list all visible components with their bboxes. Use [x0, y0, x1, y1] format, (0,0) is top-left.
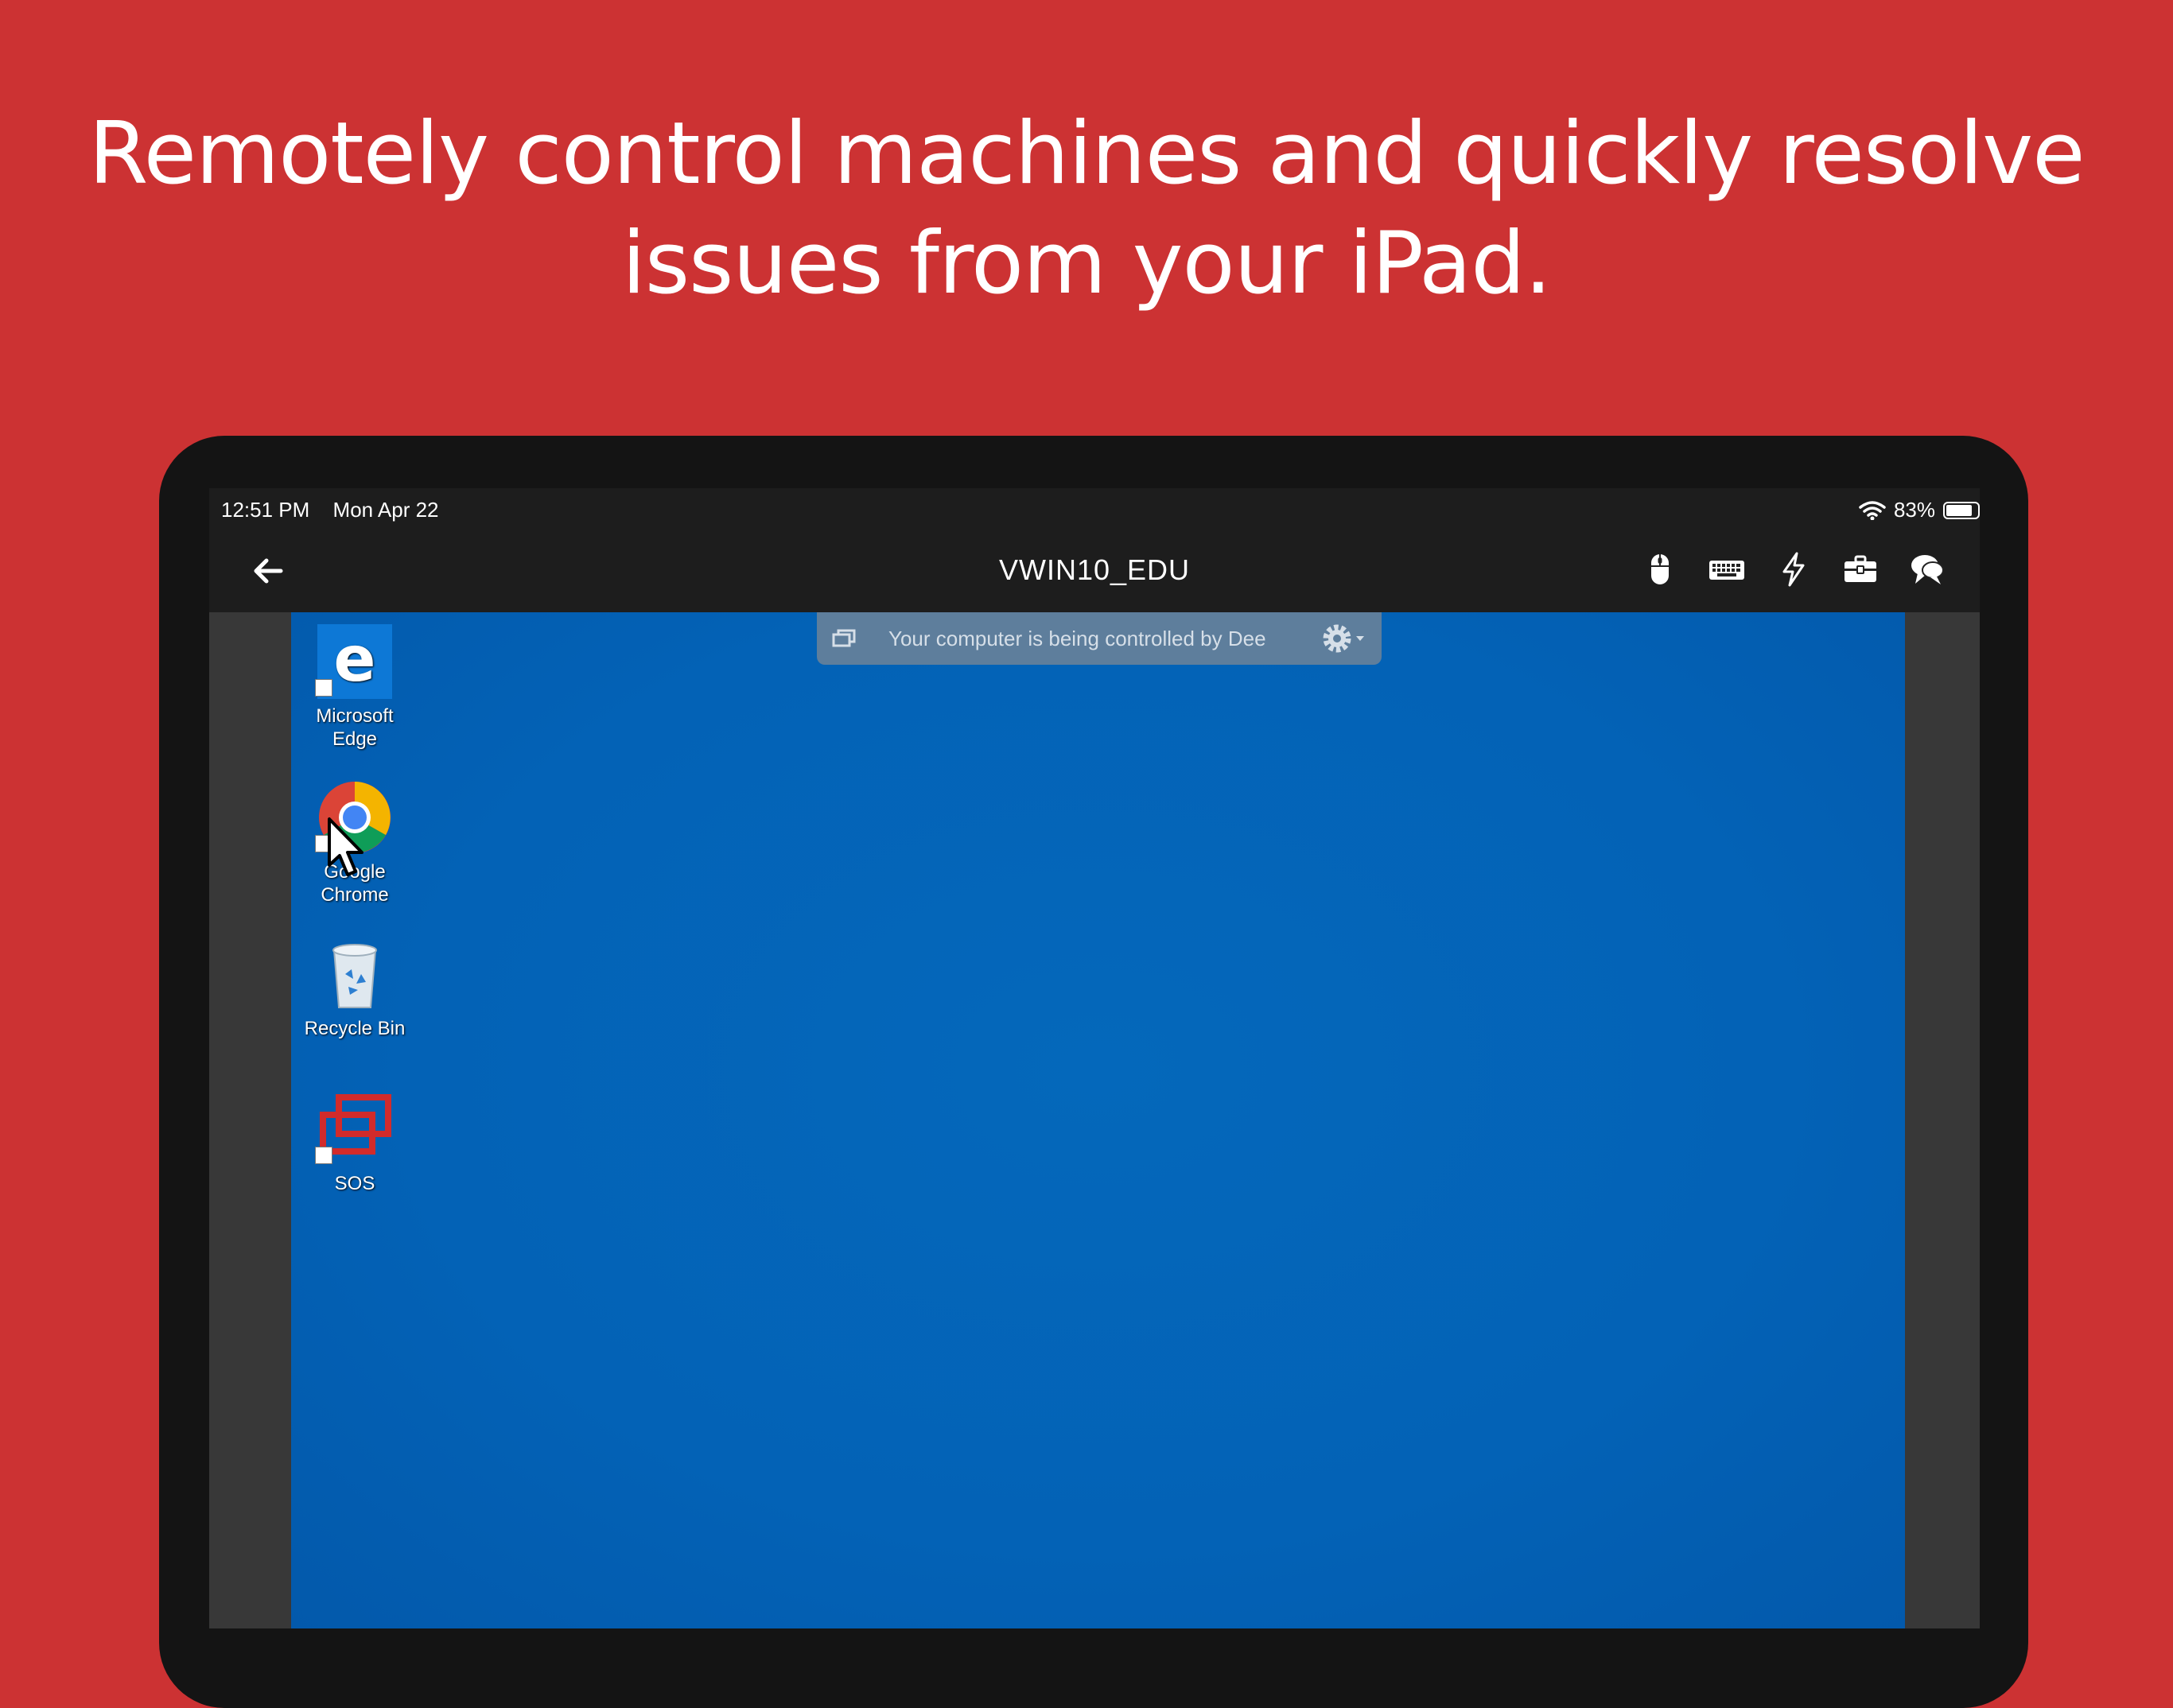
- nav-bar: VWIN10_EDU: [209, 528, 1980, 611]
- window-restore-icon[interactable]: [831, 627, 857, 650]
- mouse-icon[interactable]: [1641, 550, 1679, 588]
- remote-desktop[interactable]: Your computer is being controlled by Dee…: [291, 612, 1905, 1628]
- chat-icon[interactable]: [1908, 550, 1946, 588]
- right-margin: [1905, 612, 1980, 1628]
- ipad-screen: 12:51 PM Mon Apr 22 83% VWIN10_EDU Your …: [209, 488, 1980, 1628]
- remote-toolbar: [1641, 550, 1946, 588]
- desktop-icon-label: Microsoft: [316, 705, 394, 727]
- gear-icon[interactable]: [1320, 622, 1370, 655]
- battery-fill: [1946, 504, 1972, 516]
- left-margin: [209, 612, 291, 1628]
- svg-text:e: e: [334, 624, 376, 696]
- headline-line-2: issues from your iPad.: [621, 214, 1552, 313]
- lightning-icon[interactable]: [1775, 550, 1813, 588]
- mouse-cursor-icon: [328, 817, 363, 876]
- status-bar: 12:51 PM Mon Apr 22 83%: [209, 488, 1980, 528]
- desktop-icon-label: Recycle Bin: [304, 1018, 406, 1039]
- battery-icon: [1943, 501, 1980, 519]
- control-banner: Your computer is being controlled by Dee: [817, 612, 1382, 665]
- desktop-icon-edge[interactable]: e Microsoft Edge: [291, 622, 418, 751]
- toolbox-icon[interactable]: [1841, 550, 1880, 588]
- shortcut-arrow-icon: [315, 1147, 332, 1164]
- desktop-icon-label: SOS: [334, 1173, 375, 1194]
- desktop-icon-recycle-bin[interactable]: Recycle Bin: [291, 934, 418, 1040]
- shortcut-arrow-icon: [315, 679, 332, 697]
- control-banner-text: Your computer is being controlled by Dee: [888, 626, 1266, 650]
- recycle-bin-icon: [332, 944, 377, 1008]
- wifi-icon: [1859, 500, 1886, 520]
- status-date: Mon Apr 22: [332, 498, 439, 522]
- status-time: 12:51 PM: [221, 498, 310, 522]
- desktop-icon-label: Chrome: [321, 884, 389, 906]
- desktop-icon-sos[interactable]: SOS: [291, 1089, 418, 1195]
- headline: Remotely control machines and quickly re…: [0, 99, 2173, 319]
- keyboard-icon[interactable]: [1708, 550, 1746, 588]
- desktop-icon-label: Edge: [332, 728, 378, 750]
- battery-percent: 83%: [1893, 498, 1935, 522]
- headline-line-1: Remotely control machines and quickly re…: [88, 104, 2085, 204]
